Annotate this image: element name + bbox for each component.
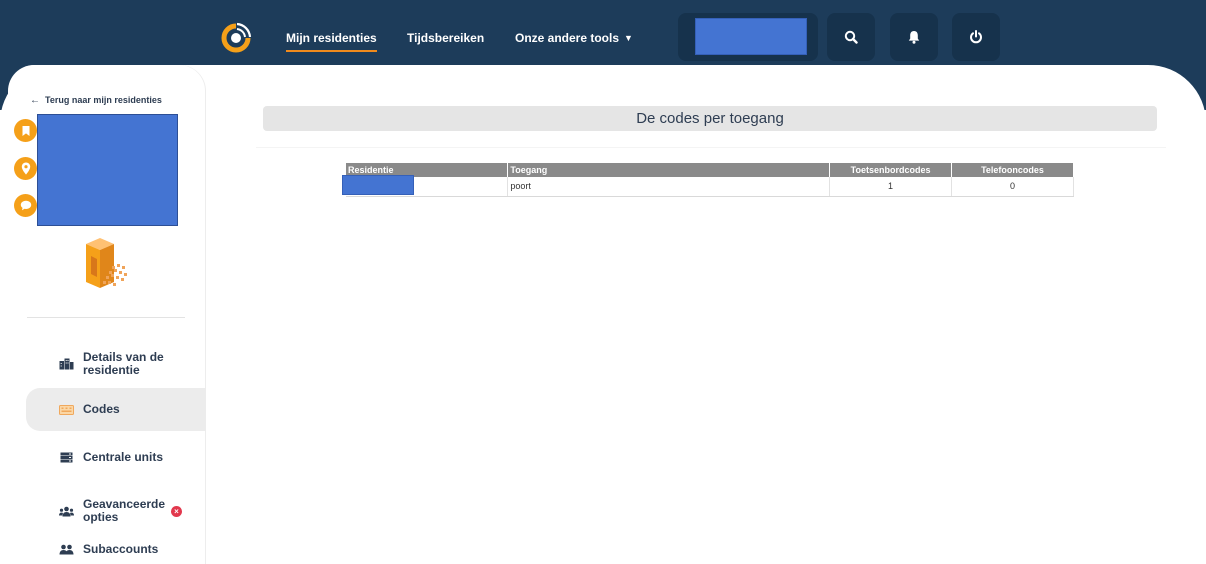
menu-item-label: Centrale units — [83, 449, 164, 464]
app-logo-icon[interactable] — [219, 20, 253, 54]
column-header-telefooncodes[interactable]: Telefooncodes — [951, 163, 1074, 177]
menu-item-label: Codes — [83, 402, 120, 416]
location-button[interactable] — [14, 157, 37, 180]
bookmark-icon — [22, 125, 29, 136]
menu-item-residence-details[interactable]: Details van de residentie — [26, 347, 206, 381]
title-separator — [256, 147, 1166, 148]
nav-tijdsbereiken[interactable]: Tijdsbereiken — [407, 31, 484, 45]
bookmark-button[interactable] — [14, 119, 37, 142]
residence-name-redacted — [342, 174, 414, 195]
map-pin-icon — [21, 162, 30, 175]
cell-telefooncodes[interactable]: 0 — [951, 177, 1074, 197]
arrow-left-icon: ← — [30, 95, 40, 106]
codes-table: Residentie Toegang Toetsenbordcodes Tele… — [342, 163, 1074, 197]
menu-item-central-units[interactable]: Centrale units — [26, 448, 206, 466]
menu-item-advanced-options[interactable]: Geavanceerde opties × — [26, 496, 206, 526]
bell-icon — [908, 31, 920, 44]
chat-bubble-icon — [20, 200, 31, 211]
close-badge-icon[interactable]: × — [171, 505, 182, 517]
cell-residentie — [342, 174, 509, 197]
building-keypad-illustration-icon — [86, 238, 127, 288]
keypad-icon — [58, 403, 74, 417]
users-cog-icon — [58, 504, 74, 518]
server-icon — [58, 450, 74, 464]
back-to-residences-link[interactable]: ← Terug naar mijn residenties — [30, 95, 162, 106]
search-button[interactable] — [827, 13, 875, 61]
back-link-label: Terug naar mijn residenties — [45, 95, 162, 105]
search-icon — [844, 30, 858, 44]
notifications-button[interactable] — [890, 13, 938, 61]
residence-image-redacted — [37, 114, 178, 226]
menu-item-codes[interactable]: Codes — [26, 388, 206, 431]
sidebar-divider — [27, 317, 185, 318]
column-header-toetsenbordcodes[interactable]: Toetsenbordcodes — [829, 163, 953, 177]
nav-onze-andere-tools[interactable]: Onze andere tools ▼ — [515, 31, 633, 45]
users-icon — [58, 542, 74, 556]
cell-toegang: poort — [507, 177, 831, 197]
comments-button[interactable] — [14, 194, 37, 217]
menu-item-label: Geavanceerde opties — [83, 497, 166, 524]
page-title: De codes per toegang — [263, 106, 1157, 131]
menu-item-label: Subaccounts — [83, 541, 159, 556]
caret-down-icon: ▼ — [624, 33, 633, 43]
table-header-row: Residentie Toegang Toetsenbordcodes Tele… — [346, 163, 1074, 177]
nav-mijn-residenties[interactable]: Mijn residenties — [286, 31, 377, 52]
menu-item-label: Details van de residentie — [83, 350, 164, 377]
table-row[interactable]: poort 1 0 — [342, 174, 1074, 197]
column-header-toegang[interactable]: Toegang — [507, 163, 831, 177]
building-icon — [58, 357, 74, 371]
power-icon — [970, 30, 982, 44]
cell-toetsenbordcodes[interactable]: 1 — [829, 177, 953, 197]
account-name-redacted[interactable] — [695, 18, 807, 55]
menu-item-subaccounts[interactable]: Subaccounts — [26, 540, 206, 558]
nav-onze-andere-tools-label: Onze andere tools — [515, 31, 620, 45]
logout-button[interactable] — [952, 13, 1000, 61]
